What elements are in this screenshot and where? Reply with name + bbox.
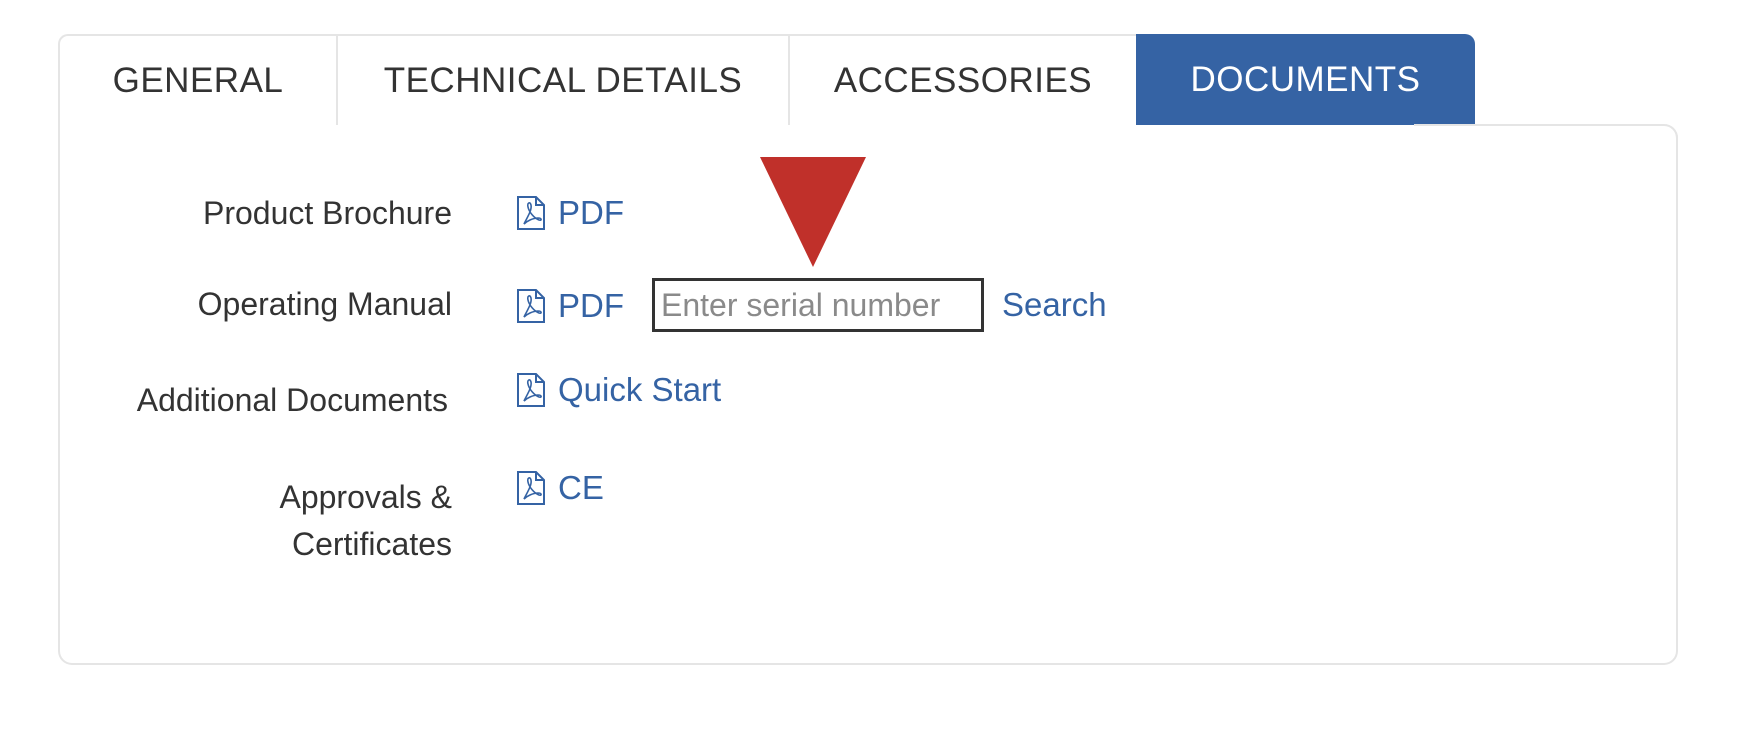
red-down-arrow-icon [760, 157, 866, 267]
ce-certificate-text: CE [558, 469, 604, 506]
documents-tab-page: GENERAL TECHNICAL DETAILS ACCESSORIES DO… [0, 0, 1744, 752]
quick-start-text: Quick Start [558, 371, 722, 408]
approvals-label-line2: Certificates [291, 526, 452, 562]
pdf-file-icon [516, 373, 546, 407]
operating-manual-label: Operating Manual [197, 286, 452, 322]
product-brochure-pdf-text: PDF [558, 194, 624, 231]
search-link[interactable]: Search [1002, 286, 1107, 324]
operating-manual-pdf-link[interactable]: PDF [516, 287, 624, 325]
tab-accessories[interactable]: ACCESSORIES [788, 34, 1136, 125]
operating-manual-pdf-text: PDF [558, 287, 624, 324]
tab-documents[interactable]: DOCUMENTS [1136, 34, 1475, 125]
pdf-file-icon [516, 289, 546, 323]
approvals-label-line1: Approvals & [279, 479, 452, 515]
pdf-file-icon [516, 471, 546, 505]
product-tabs: GENERAL TECHNICAL DETAILS ACCESSORIES DO… [58, 34, 1475, 125]
ce-certificate-link[interactable]: CE [516, 469, 604, 507]
pdf-file-icon [516, 196, 546, 230]
product-brochure-pdf-link[interactable]: PDF [516, 194, 624, 232]
quick-start-link[interactable]: Quick Start [516, 371, 721, 409]
panel-border-corner [1664, 124, 1678, 138]
additional-documents-label: Additional Documents [136, 382, 448, 418]
tab-general[interactable]: GENERAL [58, 34, 336, 125]
panel-border [1414, 124, 1664, 126]
tab-technical-details[interactable]: TECHNICAL DETAILS [336, 34, 788, 125]
serial-number-input[interactable] [652, 278, 984, 332]
product-brochure-label: Product Brochure [202, 195, 452, 231]
